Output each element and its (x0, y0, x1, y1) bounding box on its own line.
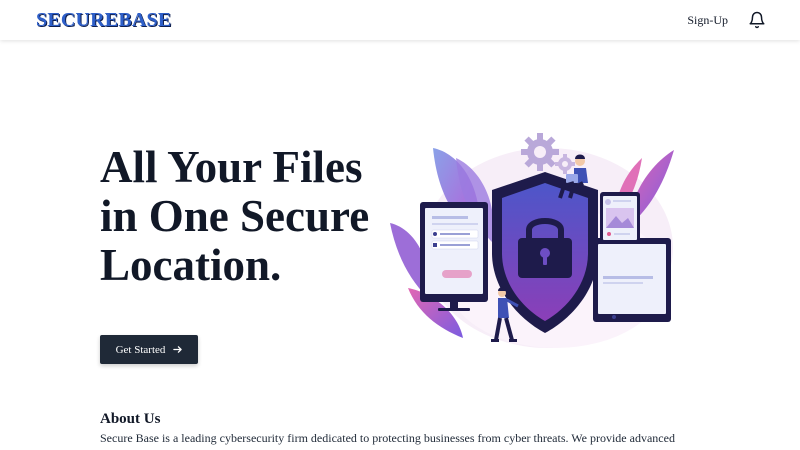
about-title: About Us (100, 411, 161, 427)
get-started-button[interactable]: Get Started (100, 335, 198, 364)
about-text: Secure Base is a leading cybersecurity f… (100, 431, 675, 445)
nav-actions: Sign-Up (687, 11, 766, 29)
get-started-label: Get Started (115, 343, 166, 356)
signup-link[interactable]: Sign-Up (687, 13, 728, 28)
gear-large-icon (521, 133, 559, 171)
brand-logo[interactable]: SECUREBASE (36, 9, 171, 32)
bell-icon[interactable] (748, 11, 766, 29)
left-monitor (420, 202, 488, 311)
arrow-right-icon (173, 346, 183, 353)
hero-title: All Your Files in One Secure Location. (100, 143, 400, 290)
hero-title-line-1: All Your Files (100, 142, 363, 192)
tablet (600, 192, 640, 244)
hero-title-line-2: in One Secure (100, 191, 370, 241)
hero-title-line-3: Location. (100, 240, 282, 290)
right-monitor (593, 238, 671, 322)
top-navbar: SECUREBASE Sign-Up (0, 0, 800, 40)
security-illustration (390, 133, 674, 348)
